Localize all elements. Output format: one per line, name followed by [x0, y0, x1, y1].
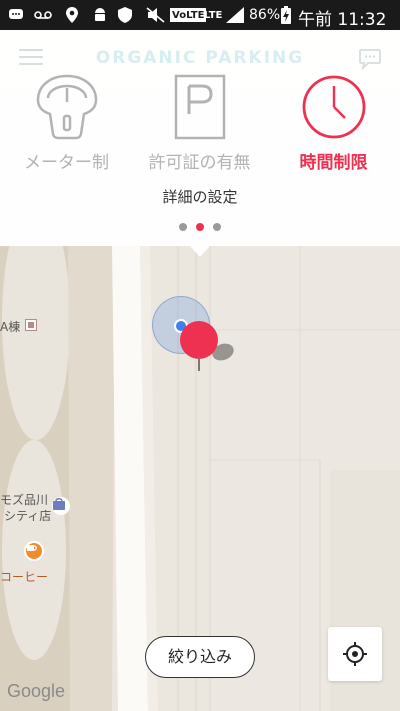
detail-settings-label[interactable]: 詳細の設定: [0, 186, 400, 207]
location-icon: [66, 7, 78, 23]
permit-p-icon: [174, 74, 226, 140]
shield-icon: [118, 7, 132, 23]
app-title: ORGANIC PARKING: [95, 48, 305, 68]
mode-label-meter: メーター制: [24, 153, 109, 173]
parking-meter-icon: [36, 74, 98, 140]
page-indicator: [0, 223, 400, 231]
mode-meter[interactable]: メーター制: [0, 74, 133, 188]
clock-icon: [302, 75, 366, 139]
pin-head: [180, 321, 218, 359]
map-label-coffee[interactable]: コーヒー: [0, 568, 48, 585]
map-label-shop-line1[interactable]: モズ品川: [0, 491, 48, 508]
page-dot-2[interactable]: [196, 223, 204, 231]
voicemail-icon: [34, 7, 52, 23]
filter-button[interactable]: 絞り込み: [145, 636, 255, 678]
my-location-crosshair-icon[interactable]: [328, 627, 382, 681]
mute-icon: [146, 7, 166, 23]
poi-square-icon[interactable]: [26, 320, 36, 330]
google-attribution: Google: [7, 681, 66, 701]
status-bar: VoLTE LTE 86% 午前 11:32: [0, 0, 400, 30]
mode-panel: メーター制 許可証の有無 時間制限 詳細の設定: [0, 74, 400, 246]
signal-icon: [226, 7, 244, 23]
lte-signal: LTE: [204, 9, 223, 21]
page-dot-3[interactable]: [213, 223, 221, 231]
android-icon: [92, 7, 108, 23]
shopping-bag-icon[interactable]: [52, 497, 70, 515]
page-dot-1[interactable]: [179, 223, 187, 231]
map-label-building-a[interactable]: A棟: [0, 318, 20, 335]
mode-permit[interactable]: 許可証の有無: [133, 74, 266, 188]
pin-needle: [198, 357, 200, 371]
battery-charging-icon: [281, 6, 291, 24]
chat-icon: [8, 7, 24, 23]
panel-pointer: [189, 245, 211, 257]
chat-bubble-icon[interactable]: [358, 48, 382, 71]
volte-icon: VoLTE: [170, 8, 207, 22]
mode-label-permit: 許可証の有無: [148, 153, 251, 173]
battery-percent: 86%: [249, 7, 281, 23]
coffee-cup-icon[interactable]: [24, 541, 44, 561]
parking-target-pin[interactable]: [180, 321, 220, 373]
mode-label-time-limit: 時間制限: [299, 153, 368, 173]
mode-time-limit[interactable]: 時間制限: [267, 75, 400, 188]
clock-time: 午前 11:32: [298, 10, 387, 30]
map-label-shop-line2[interactable]: シティ店: [4, 507, 51, 524]
